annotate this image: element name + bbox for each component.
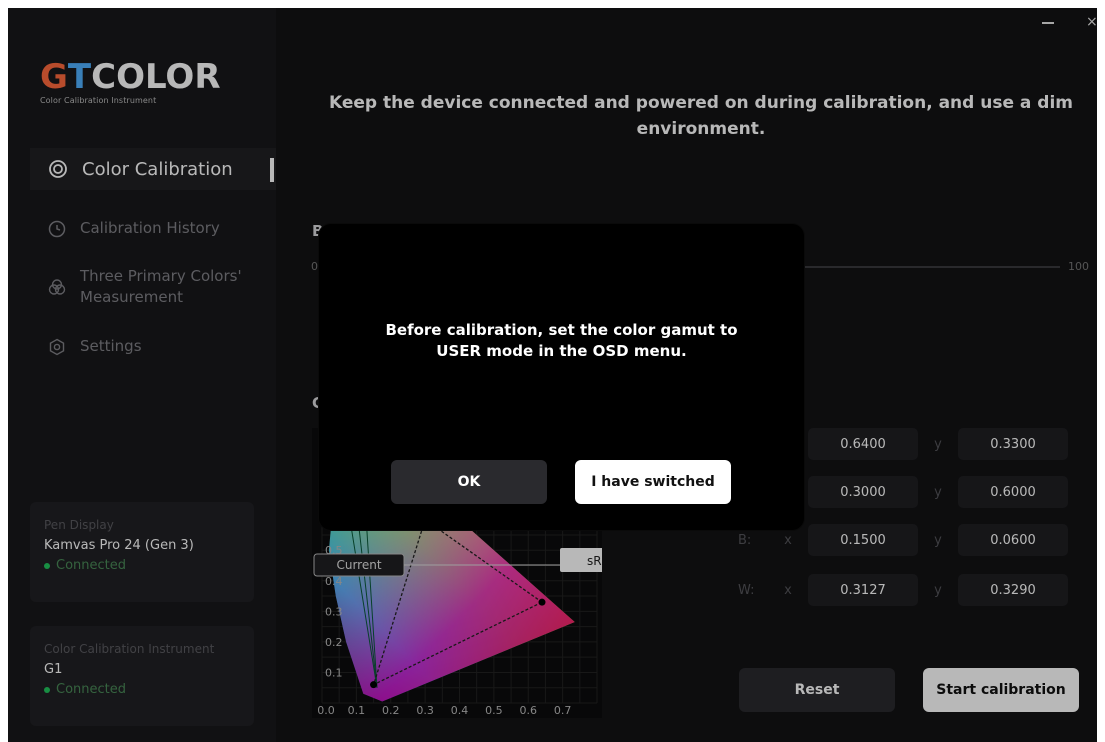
i-have-switched-button[interactable]: I have switched (575, 460, 731, 504)
calibration-dialog: Before calibration, set the color gamut … (319, 224, 804, 530)
app-window: × G T COLOR Color Calibration Instrument… (8, 8, 1097, 742)
ok-button[interactable]: OK (391, 460, 547, 504)
dialog-message-line-2: USER mode in the OSD menu. (436, 342, 687, 360)
dialog-message-line-1: Before calibration, set the color gamut … (385, 321, 738, 339)
dialog-message: Before calibration, set the color gamut … (319, 320, 804, 362)
